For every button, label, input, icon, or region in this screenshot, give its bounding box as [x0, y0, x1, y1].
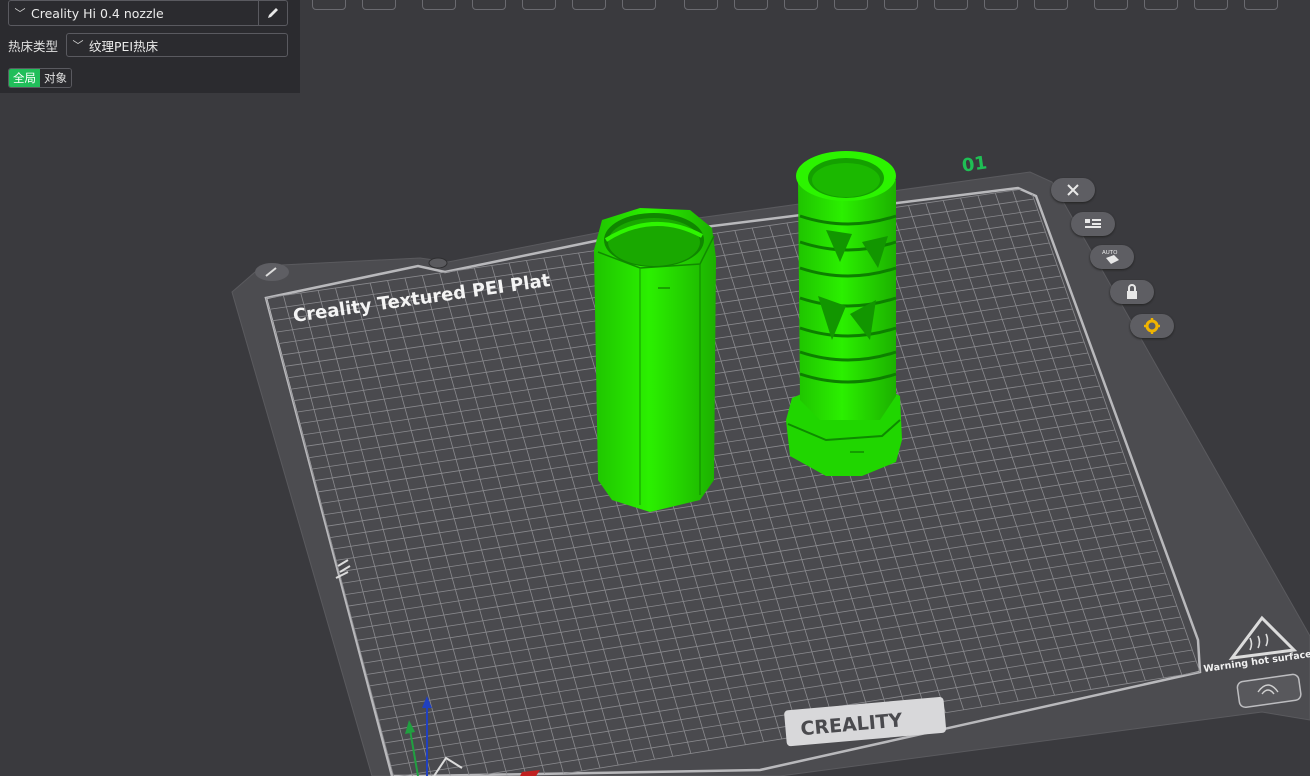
- toolbar-button[interactable]: [784, 0, 818, 10]
- toolbar-button[interactable]: [1194, 0, 1228, 10]
- bed-type-value: 纹理PEI热床: [89, 38, 159, 54]
- printer-select[interactable]: ﹀ Creality Hi 0.4 nozzle: [8, 0, 288, 26]
- toolbar-button[interactable]: [734, 0, 768, 10]
- lock-button[interactable]: [1110, 280, 1154, 304]
- plate-number: 01: [961, 152, 989, 176]
- bed-type-select[interactable]: ﹀ 纹理PEI热床: [66, 33, 288, 57]
- toolbar-button[interactable]: [834, 0, 868, 10]
- scope-toggle: 全局 对象: [8, 68, 72, 88]
- auto-orient-icon: AUTO: [1102, 250, 1119, 264]
- toolbar-button[interactable]: [934, 0, 968, 10]
- toolbar-button[interactable]: [622, 0, 656, 10]
- chevron-down-icon: ﹀: [14, 7, 26, 20]
- scope-global-tab[interactable]: 全局: [9, 69, 40, 87]
- toolbar-button[interactable]: [684, 0, 718, 10]
- close-icon: [1067, 184, 1079, 196]
- toolbar-button[interactable]: [1094, 0, 1128, 10]
- model-textured-tube: [786, 151, 902, 476]
- gear-icon: [1144, 318, 1160, 334]
- list-icon: [1085, 219, 1101, 228]
- toolbar-button[interactable]: [422, 0, 456, 10]
- toolbar-button[interactable]: [312, 0, 346, 10]
- bed-type-label: 热床类型: [8, 38, 59, 54]
- pencil-icon: [268, 8, 278, 18]
- toolbar-button[interactable]: [362, 0, 396, 10]
- model-hex-tube: [594, 208, 716, 512]
- toolbar-button[interactable]: [522, 0, 556, 10]
- toolbar-button[interactable]: [884, 0, 918, 10]
- toolbar-button[interactable]: [472, 0, 506, 10]
- toolbar-button[interactable]: [984, 0, 1018, 10]
- printer-name: Creality Hi 0.4 nozzle: [31, 5, 164, 21]
- toolbar-button[interactable]: [572, 0, 606, 10]
- toolbar-button[interactable]: [1144, 0, 1178, 10]
- settings-panel: ﹀ Creality Hi 0.4 nozzle 热床类型 ﹀ 纹理PEI热床 …: [0, 0, 300, 93]
- lock-icon: [1127, 284, 1137, 299]
- main-toolbar: [300, 0, 1310, 14]
- edit-printer-button[interactable]: [258, 0, 287, 26]
- toolbar-button[interactable]: [1244, 0, 1278, 10]
- plate-edit-icon: [255, 263, 289, 281]
- close-button[interactable]: [1051, 178, 1095, 202]
- scope-object-tab[interactable]: 对象: [40, 69, 71, 87]
- arrange-button[interactable]: [1071, 212, 1115, 236]
- auto-orient-button[interactable]: AUTO: [1090, 245, 1134, 269]
- 3d-viewport[interactable]: 01 Creality Textured PEI Plat CREALITY W…: [0, 0, 1310, 776]
- chevron-down-icon: ﹀: [72, 39, 84, 52]
- build-plate-scene: 01 Creality Textured PEI Plat CREALITY W…: [231, 151, 1310, 776]
- svg-text:AUTO: AUTO: [1102, 250, 1118, 256]
- plate-settings-button[interactable]: [1130, 314, 1174, 338]
- toolbar-button[interactable]: [1034, 0, 1068, 10]
